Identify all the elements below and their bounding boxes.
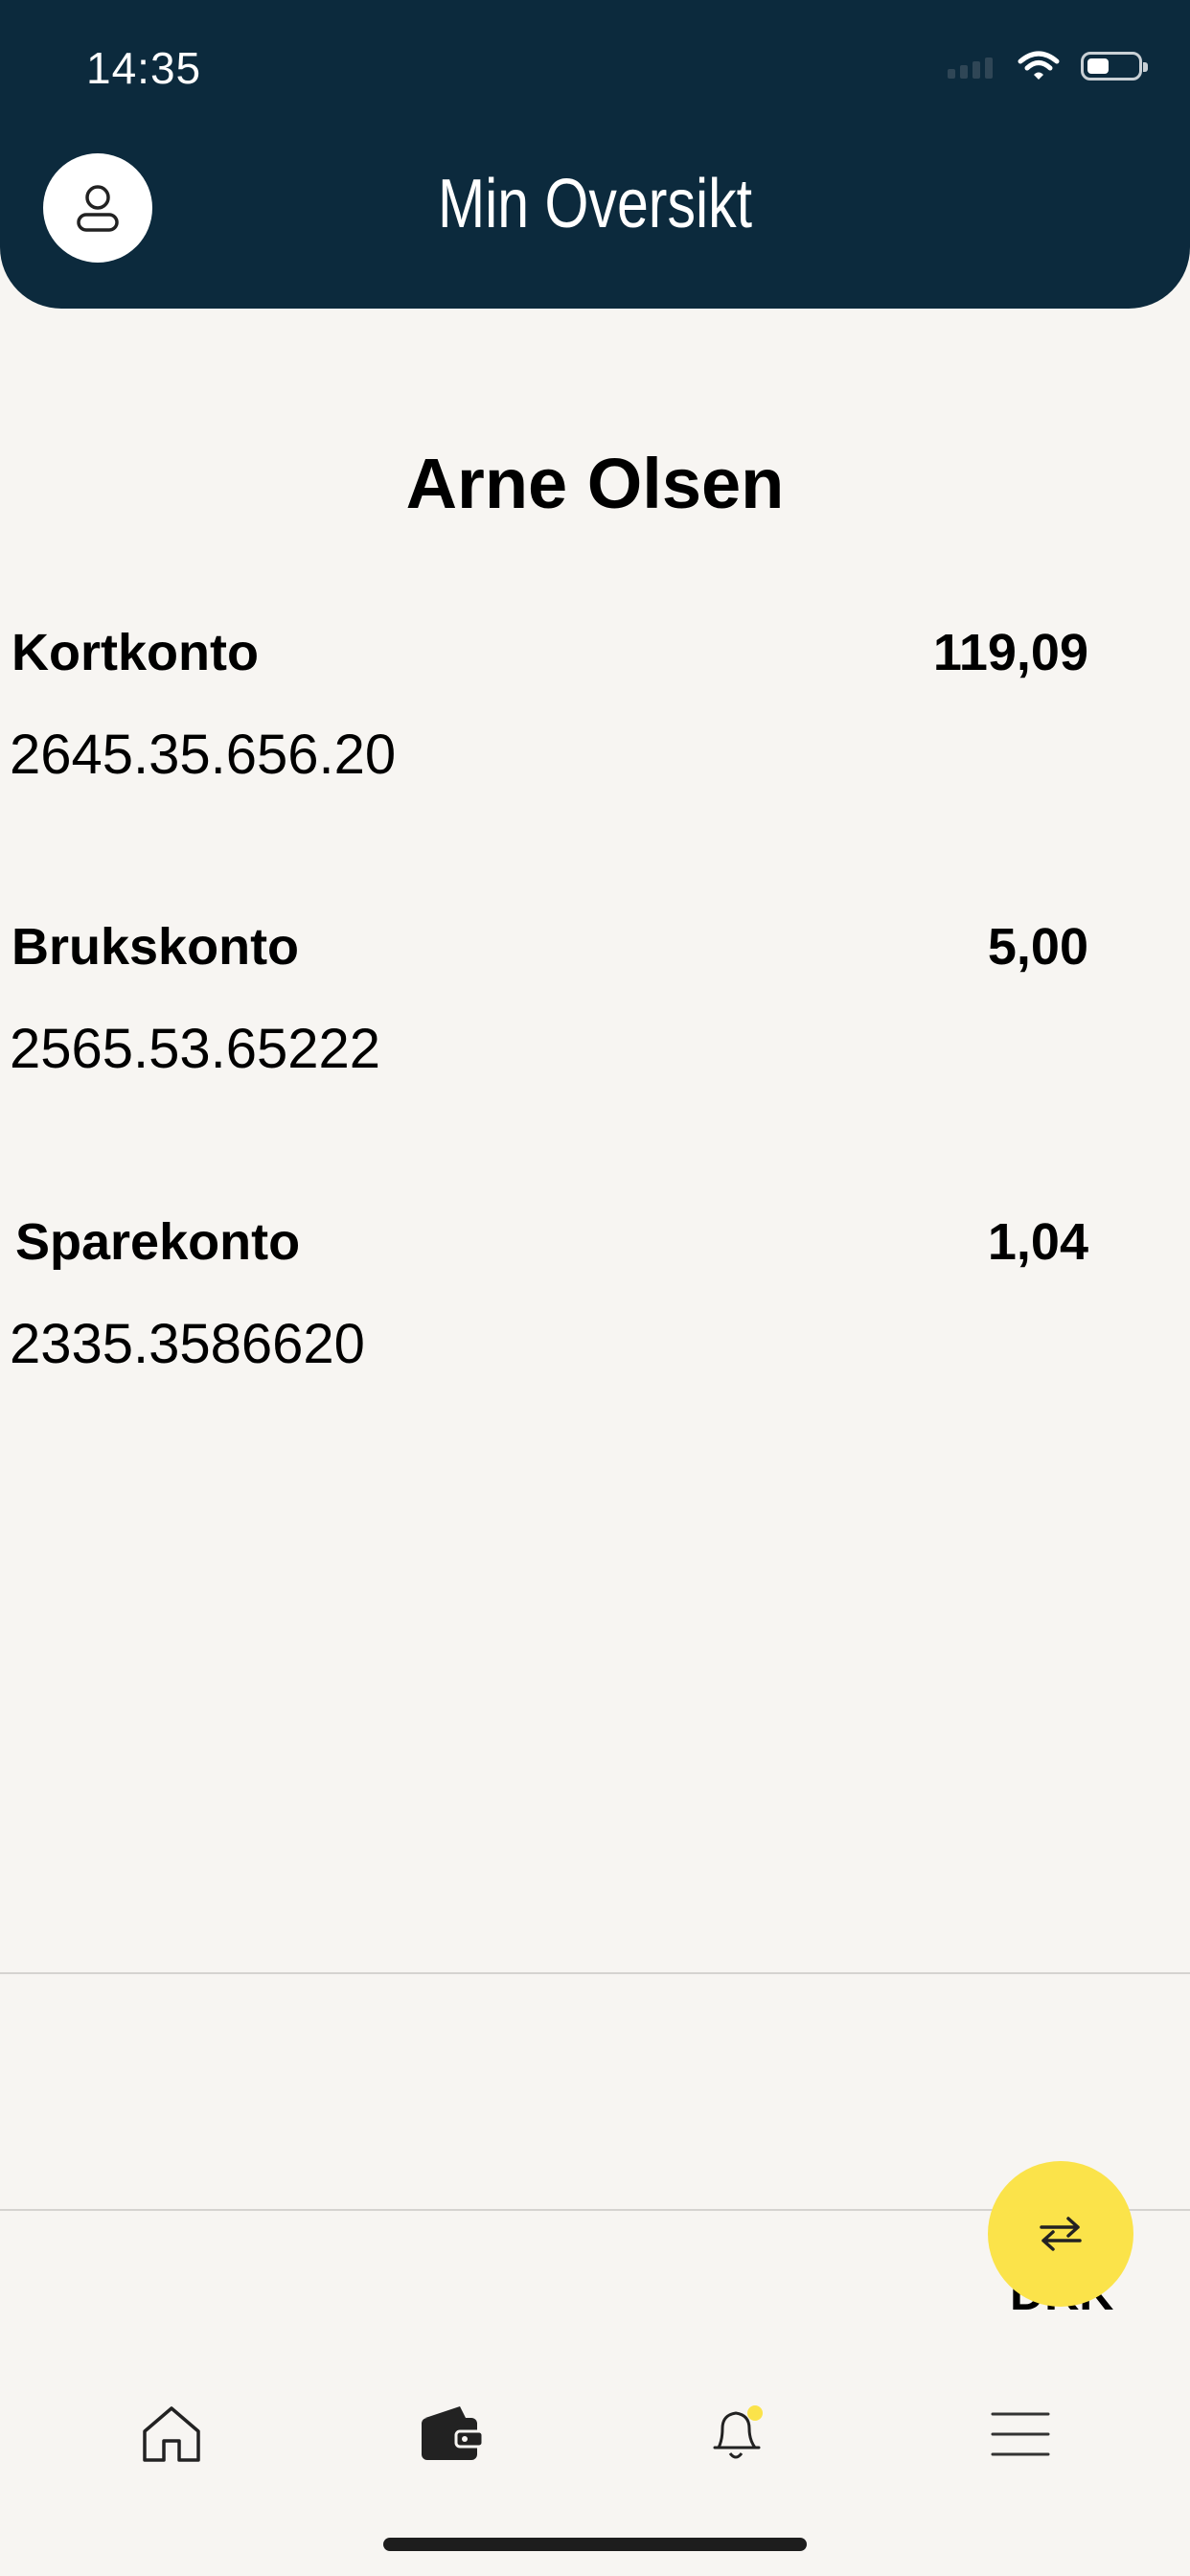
tab-notifications[interactable] [698,2396,775,2472]
account-owner-name: Arne Olsen [405,444,785,523]
home-indicator[interactable] [383,2538,807,2551]
account-balance: 119,09 [932,624,1088,681]
wifi-icon [1018,51,1060,80]
bell-icon [713,2405,763,2459]
divider [0,1972,1190,1974]
account-name: Kortkonto [11,624,259,681]
battery-icon [1081,52,1148,80]
account-row[interactable]: Kortkonto 119,09 2645.35.656.20 [0,623,1190,795]
cellular-signal-icon [948,54,993,79]
app-header: 14:35 Min Oversikt [0,0,1190,309]
account-name: Sparekonto [15,1213,301,1271]
account-balance: 1,04 [987,1213,1088,1271]
menu-icon [991,2412,1050,2456]
tab-menu[interactable] [982,2396,1059,2472]
status-icons [948,50,1148,82]
account-row[interactable]: Sparekonto 1,04 2335.3586620 [0,1212,1190,1385]
transfer-button[interactable] [988,2161,1133,2307]
home-icon [143,2406,200,2462]
account-number: 2565.53.65222 [10,1018,381,1080]
wallet-icon [422,2406,485,2460]
transfer-arrows-icon [1040,2217,1082,2251]
account-number: 2335.3586620 [10,1313,365,1375]
account-number: 2645.35.656.20 [10,724,397,786]
page-title: Min Oversikt [437,166,753,242]
account-name: Brukskonto [11,918,300,976]
status-time: 14:35 [86,43,202,93]
tab-accounts[interactable] [414,2396,491,2472]
account-row[interactable]: Brukskonto 5,00 2565.53.65222 [0,917,1190,1090]
tab-home[interactable] [133,2396,210,2472]
account-balance: 5,00 [987,918,1088,976]
